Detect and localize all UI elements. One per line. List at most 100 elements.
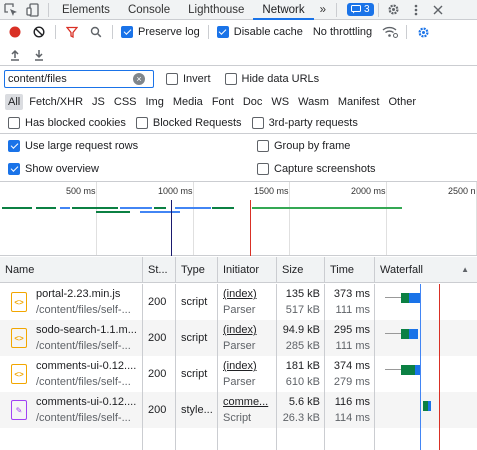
waterfall-queue xyxy=(385,333,401,334)
show-overview-checkbox[interactable] xyxy=(8,163,20,175)
initiator-link[interactable]: (index) xyxy=(223,324,276,336)
device-toolbar-icon[interactable] xyxy=(22,0,44,20)
time-cell: 374 ms 279 ms xyxy=(325,356,375,392)
initiator-sub: Script xyxy=(223,412,252,424)
divider xyxy=(207,25,209,39)
tab-elements[interactable]: Elements xyxy=(53,0,119,20)
third-party-requests-checkbox[interactable] xyxy=(251,116,264,129)
column-header-type[interactable]: Type xyxy=(176,257,218,283)
type-filter-ws[interactable]: WS xyxy=(268,94,292,110)
clear-filter-icon[interactable]: × xyxy=(133,73,145,85)
type-filter-img[interactable]: Img xyxy=(143,94,167,110)
has-blocked-cookies-checkbox[interactable] xyxy=(8,116,20,129)
preserve-log-label: Preserve log xyxy=(138,26,200,38)
gear-icon[interactable] xyxy=(383,0,405,20)
disable-cache-checkbox[interactable] xyxy=(216,26,229,38)
hide-data-urls-label: Hide data URLs xyxy=(241,73,320,85)
filter-input-wrapper: × xyxy=(4,70,154,88)
request-table: Name St... Type Initiator Size Time Wate… xyxy=(0,257,477,450)
clear-icon[interactable] xyxy=(27,20,51,44)
large-request-rows-checkbox[interactable] xyxy=(8,140,20,152)
column-header-time[interactable]: Time xyxy=(325,257,375,283)
type-cell: style... xyxy=(176,392,218,428)
transfer-size: 135 kB xyxy=(285,288,320,300)
overview-tick-label: 2000 ms xyxy=(351,186,386,196)
overview-tick-label: 500 ms xyxy=(66,186,96,196)
column-header-size[interactable]: Size xyxy=(277,257,325,283)
group-by-frame-checkbox[interactable] xyxy=(257,140,269,152)
column-header-waterfall[interactable]: Waterfall ▲ xyxy=(375,257,477,283)
inspect-element-icon[interactable] xyxy=(0,0,22,20)
initiator-sub: Parser xyxy=(223,304,256,316)
type-filter-wasm[interactable]: Wasm xyxy=(295,94,332,110)
filler-cell xyxy=(0,428,143,450)
search-icon[interactable] xyxy=(84,20,108,44)
type-cell: script xyxy=(176,284,218,320)
column-header-status[interactable]: St... xyxy=(143,257,176,283)
overview-tick-label: 1500 ms xyxy=(254,186,289,196)
type-filter-manifest[interactable]: Manifest xyxy=(335,94,383,110)
close-icon[interactable] xyxy=(427,0,449,20)
table-row[interactable]: <> sodo-search-1.1.m... /content/files/se… xyxy=(0,320,477,356)
more-tabs-button[interactable]: » xyxy=(314,0,332,20)
throttling-select[interactable]: No throttling xyxy=(313,26,372,38)
waterfall-waiting xyxy=(401,329,409,339)
type-cell: script xyxy=(176,320,218,356)
table-row[interactable]: ✎ comments-ui-0.12.... /content/files/sel… xyxy=(0,392,477,428)
import-export-toolbar xyxy=(0,44,477,66)
filter-input[interactable] xyxy=(8,73,133,85)
waterfall-cell xyxy=(375,356,477,392)
column-header-name[interactable]: Name xyxy=(0,257,143,283)
filter-icon[interactable] xyxy=(60,20,84,44)
initiator-link[interactable]: comme... xyxy=(223,396,276,408)
blocked-requests-label: Blocked Requests xyxy=(152,116,242,129)
large-request-rows-label: Use large request rows xyxy=(25,140,139,152)
filler-cell xyxy=(218,428,277,450)
name-cell: <> sodo-search-1.1.m... /content/files/se… xyxy=(0,320,143,356)
network-overview-timeline[interactable]: 500 ms 1000 ms 1500 ms 2000 ms 2500 n xyxy=(0,181,477,256)
type-filter-media[interactable]: Media xyxy=(170,94,206,110)
issues-count: 3 xyxy=(364,4,370,15)
type-filter-font[interactable]: Font xyxy=(209,94,237,110)
column-header-initiator[interactable]: Initiator xyxy=(218,257,277,283)
waterfall-waiting xyxy=(401,365,415,375)
kebab-menu-icon[interactable] xyxy=(405,0,427,20)
capture-screenshots-checkbox[interactable] xyxy=(257,163,269,175)
name-cell: <> comments-ui-0.12.... /content/files/se… xyxy=(0,356,143,392)
record-button[interactable] xyxy=(3,20,27,44)
import-har-icon[interactable] xyxy=(3,43,27,67)
network-settings-gear-icon[interactable] xyxy=(411,20,435,44)
overview-gridline xyxy=(193,182,194,255)
type-filter-fetch-xhr[interactable]: Fetch/XHR xyxy=(26,94,86,110)
table-row[interactable]: <> comments-ui-0.12.... /content/files/se… xyxy=(0,356,477,392)
filler-cell xyxy=(325,428,375,450)
load-event-marker xyxy=(250,200,251,256)
initiator-link[interactable]: (index) xyxy=(223,360,276,372)
script-file-icon: <> xyxy=(11,292,27,312)
type-filter-js[interactable]: JS xyxy=(89,94,108,110)
export-har-icon[interactable] xyxy=(27,43,51,67)
tab-lighthouse[interactable]: Lighthouse xyxy=(179,0,253,20)
type-filter-css[interactable]: CSS xyxy=(111,94,140,110)
tab-console[interactable]: Console xyxy=(119,0,179,20)
wifi-conditions-icon[interactable] xyxy=(378,20,402,44)
waterfall-waiting xyxy=(401,293,409,303)
size-cell: 181 kB 610 kB xyxy=(277,356,325,392)
type-filter-doc[interactable]: Doc xyxy=(240,94,266,110)
overview-bar xyxy=(96,211,130,213)
time-cell: 295 ms 111 ms xyxy=(325,320,375,356)
issues-badge[interactable]: 3 xyxy=(347,3,374,16)
invert-checkbox[interactable] xyxy=(166,73,178,85)
preserve-log-checkbox[interactable] xyxy=(121,26,133,38)
tab-network[interactable]: Network xyxy=(253,0,314,20)
total-time: 116 ms xyxy=(334,396,370,408)
blocked-requests-checkbox[interactable] xyxy=(135,116,148,129)
initiator-link[interactable]: (index) xyxy=(223,288,276,300)
hide-data-urls-checkbox[interactable] xyxy=(224,73,237,85)
type-filter-all[interactable]: All xyxy=(5,94,24,110)
waterfall-dom-content-loaded-line xyxy=(420,284,421,450)
type-filter-other[interactable]: Other xyxy=(385,94,419,110)
size-cell: 135 kB 517 kB xyxy=(277,284,325,320)
table-row[interactable]: <> portal-2.23.min.js/content/files/self… xyxy=(0,284,477,320)
waterfall-label: Waterfall xyxy=(380,263,423,276)
